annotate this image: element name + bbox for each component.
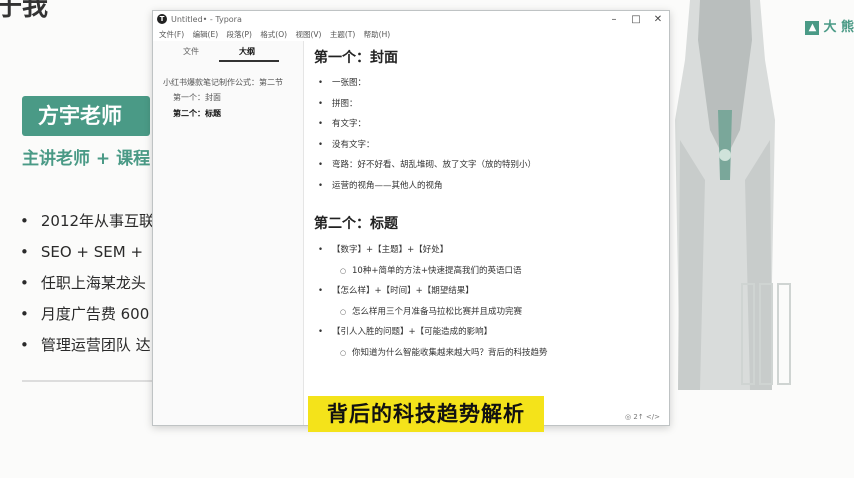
heading-cover[interactable]: 第一个：封面 [314, 47, 398, 67]
sub-list-item[interactable]: ○ 你知道为什么智能收集越来越大吗？背后的科技趋势 [318, 345, 548, 366]
window-title: Untitled• - Typora [171, 15, 242, 24]
name-badge: 方宇老师 [22, 96, 150, 136]
sidebar: 文件 大纲 小红书爆款笔记制作公式：第二节 第一个：封面 第二个：标题 [153, 41, 304, 425]
sub-list-item[interactable]: ○ 怎么样用三个月准备马拉松比赛并且成功完赛 [318, 304, 548, 325]
title-bar[interactable]: T Untitled• - Typora – □ ✕ [153, 11, 669, 28]
list-item[interactable]: • 【数字】+【主题】+【好处】 [318, 242, 548, 263]
menu-format[interactable]: 格式(O) [260, 28, 287, 41]
tab-outline[interactable]: 大纲 [239, 46, 255, 57]
sidebar-tabs: 文件 大纲 [153, 41, 303, 63]
typora-window: T Untitled• - Typora – □ ✕ 文件(F) 编辑(E) 段… [152, 10, 670, 426]
decorative-pattern [741, 283, 791, 385]
slide-title: 于我 [0, 0, 49, 22]
outline-item[interactable]: 第一个：封面 [163, 92, 297, 103]
menu-help[interactable]: 帮助(H) [364, 28, 391, 41]
list-item[interactable]: • 拼图： [318, 96, 536, 117]
video-subtitle: 背后的科技趋势解析 [308, 396, 544, 432]
slide-bullet: SEO + SEM + [20, 237, 154, 268]
brand-logo: ▲ 大 熊 [805, 16, 854, 35]
tab-files[interactable]: 文件 [183, 46, 199, 57]
logo-text: 大 熊 [823, 20, 854, 35]
menu-file[interactable]: 文件(F) [159, 28, 184, 41]
maximize-button[interactable]: □ [625, 11, 647, 28]
slide-bullet: 月度广告费 600 [20, 299, 154, 330]
editor-pane[interactable]: 第一个：封面 • 一张图： • 拼图： • 有文字： • 没有文字： • 弯路：好不好看、… [304, 41, 668, 425]
list-item[interactable]: • 运营的视角——其他人的视角 [318, 178, 536, 199]
active-tab-indicator [219, 60, 279, 62]
slide-bullet-list: 2012年从事互联 SEO + SEM + 任职上海某龙头 月度广告费 600 … [20, 206, 154, 361]
slide-subtitle: 主讲老师 + 课程 [22, 149, 151, 169]
menu-theme[interactable]: 主题(T) [330, 28, 355, 41]
list-item[interactable]: • 弯路：好不好看、胡乱堆砌、放了文字（放的特别小） [318, 157, 536, 178]
cover-list: • 一张图： • 拼图： • 有文字： • 没有文字： • 弯路：好不好看、胡乱堆砌、放了… [318, 75, 536, 198]
title-list: • 【数字】+【主题】+【好处】 ○ 10种+简单的方法+快速提高我们的英语口语 •… [318, 242, 548, 365]
outline-tree: 小红书爆款笔记制作公式：第二节 第一个：封面 第二个：标题 [163, 77, 297, 124]
close-button[interactable]: ✕ [647, 11, 669, 28]
list-item[interactable]: • 【怎么样】+【时间】+【期望结果】 [318, 283, 548, 304]
list-item[interactable]: • 有文字： [318, 116, 536, 137]
slide-divider [22, 380, 152, 382]
list-item[interactable]: • 没有文字： [318, 137, 536, 158]
outline-item[interactable]: 小红书爆款笔记制作公式：第二节 [163, 77, 297, 88]
logo-icon: ▲ [805, 20, 820, 35]
menu-edit[interactable]: 编辑(E) [193, 28, 219, 41]
minimize-button[interactable]: – [603, 11, 625, 28]
list-item[interactable]: • 一张图： [318, 75, 536, 96]
slide-bullet: 任职上海某龙头 [20, 268, 154, 299]
menu-paragraph[interactable]: 段落(P) [227, 28, 252, 41]
sub-list-item[interactable]: ○ 10种+简单的方法+快速提高我们的英语口语 [318, 263, 548, 284]
list-item[interactable]: • 【引人入胜的问题】+【可能造成的影响】 [318, 324, 548, 345]
status-bar[interactable]: ◎ 2↑ </> [625, 413, 660, 421]
slide-bullet: 管理运营团队 达 [20, 330, 154, 361]
typora-app-icon: T [157, 14, 167, 24]
menu-bar: 文件(F) 编辑(E) 段落(P) 格式(O) 视图(V) 主题(T) 帮助(H… [153, 28, 669, 41]
heading-title[interactable]: 第二个：标题 [314, 213, 398, 233]
menu-view[interactable]: 视图(V) [295, 28, 321, 41]
slide-bullet: 2012年从事互联 [20, 206, 154, 237]
outline-item-active[interactable]: 第二个：标题 [163, 108, 297, 119]
